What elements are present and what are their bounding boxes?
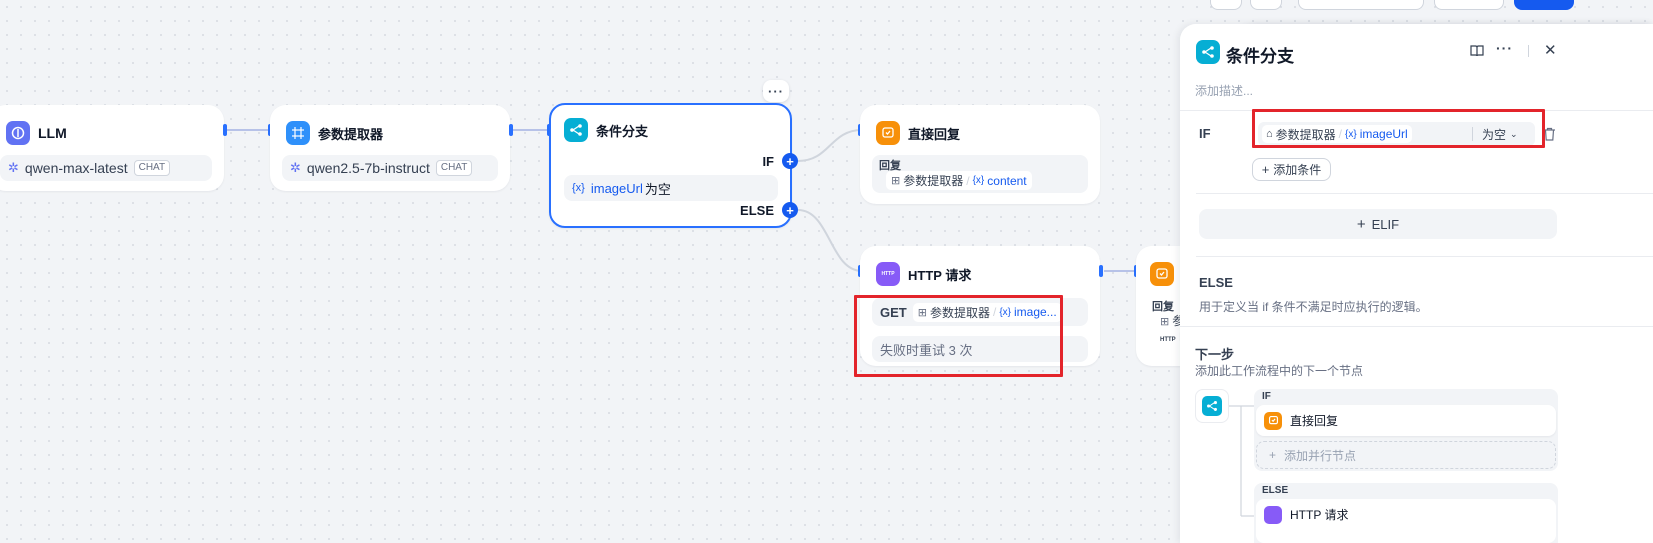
more-icon[interactable]: ··· <box>763 80 789 102</box>
next-current-node <box>1195 389 1229 423</box>
http-icon: HTTP <box>876 262 900 286</box>
branch-if-label: IF <box>762 154 774 169</box>
branch-node-title: 条件分支 <box>596 123 649 139</box>
param-node-title: 参数提取器 <box>318 126 384 142</box>
grid-icon <box>286 121 310 145</box>
add-condition-button[interactable]: + 添加条件 <box>1252 158 1331 181</box>
branch-icon <box>1196 40 1220 64</box>
branch-else-label: ELSE <box>740 203 774 218</box>
http-out-port[interactable] <box>1099 265 1103 277</box>
next-step-title: 下一步 <box>1195 347 1235 362</box>
brain-icon <box>6 121 30 145</box>
toolbar-button-2[interactable] <box>1250 0 1282 10</box>
divider <box>1196 256 1653 257</box>
grid-icon: ⊞ <box>1160 316 1173 328</box>
if-add-plus-icon[interactable]: + <box>782 153 798 169</box>
plus-icon: + <box>1269 448 1277 462</box>
more-icon[interactable]: ··· <box>1496 40 1513 56</box>
add-parallel-label: 添加并行节点 <box>1284 448 1357 463</box>
next-else-group: ELSE HTTP 请求 <box>1254 483 1558 543</box>
next-else-node[interactable]: HTTP 请求 <box>1256 499 1556 543</box>
next-if-node-title: 直接回复 <box>1290 414 1339 428</box>
branch-condition-var: imageUrl <box>590 180 643 196</box>
else-add-plus-icon[interactable]: + <box>782 202 798 218</box>
else-title: ELSE <box>1199 275 1233 290</box>
llm-model-row: ✲ qwen-max-latest CHAT <box>0 155 212 181</box>
param-model-name: qwen2.5-7b-instruct <box>306 160 430 176</box>
answer-box: 回复 ⊞ 参数提取器 / {x} content <box>872 155 1088 193</box>
add-condition-label: 添加条件 <box>1273 163 1322 177</box>
reply-icon <box>1150 262 1174 286</box>
if-label: IF <box>1199 126 1211 141</box>
direct-reply-node[interactable]: 直接回复 回复 ⊞ 参数提取器 / {x} content <box>860 105 1100 204</box>
http-node-title: HTTP 请求 <box>908 267 972 283</box>
branch-condition-op: 为空 <box>644 181 671 197</box>
http-icon: HTTP <box>1160 337 1176 343</box>
close-icon[interactable]: ✕ <box>1544 41 1557 59</box>
branch-icon <box>1202 396 1222 416</box>
panel-overlay: 条件分支 ··· ✕ 添加描述... IF ⌂ 参数提取器 / {x} imag… <box>1180 24 1653 543</box>
publish-button[interactable] <box>1514 0 1574 10</box>
highlight-box-condition <box>1252 109 1545 148</box>
else-description: 用于定义当 if 条件不满足时应执行的逻辑。 <box>1199 300 1428 314</box>
llm-model-name: qwen-max-latest <box>24 160 128 176</box>
description-input[interactable]: 添加描述... <box>1195 82 1253 99</box>
elif-button[interactable]: + ELIF <box>1199 209 1557 239</box>
model-icon: ✲ <box>290 160 301 175</box>
header-divider <box>1528 45 1529 57</box>
grid-icon: ⊞ <box>891 175 901 187</box>
highlight-box-http <box>854 295 1063 377</box>
panel-title[interactable]: 条件分支 <box>1226 42 1294 67</box>
next-else-node-title: HTTP 请求 <box>1290 508 1349 522</box>
divider <box>1196 193 1653 194</box>
variable-icon: {x} <box>572 182 585 194</box>
answer-source: 参数提取器 <box>903 174 964 188</box>
param-mode-badge: CHAT <box>435 160 473 176</box>
next-if-label: IF <box>1262 391 1271 402</box>
param-extractor-node[interactable]: 参数提取器 ✲ qwen2.5-7b-instruct CHAT <box>270 105 510 191</box>
llm-mode-badge: CHAT <box>133 160 171 176</box>
elif-label: ELIF <box>1371 216 1400 232</box>
llm-node-title: LLM <box>38 125 67 141</box>
http-icon <box>1264 506 1282 524</box>
param-out-port[interactable] <box>509 124 513 136</box>
param-model-row: ✲ qwen2.5-7b-instruct CHAT <box>282 155 498 181</box>
book-icon[interactable] <box>1470 44 1484 61</box>
answer-variable-chip: ⊞ 参数提取器 / {x} content <box>886 171 1032 190</box>
toolbar-button-4[interactable] <box>1434 0 1504 10</box>
next-step-description: 添加此工作流程中的下一个节点 <box>1195 364 1364 378</box>
next-step-connector <box>1229 405 1255 517</box>
divider <box>1180 326 1653 327</box>
answer-node-title: 直接回复 <box>908 126 961 142</box>
next-if-group: IF 直接回复 + 添加并行节点 <box>1254 389 1558 471</box>
reply-icon <box>876 121 900 145</box>
add-parallel-node-button[interactable]: + 添加并行节点 <box>1256 441 1556 469</box>
condition-branch-node[interactable]: 条件分支 IF {x} imageUrl 为空 ELSE <box>549 103 792 228</box>
workflow-canvas[interactable]: LLM ✲ qwen-max-latest CHAT 参数提取器 ✲ qwen2… <box>0 0 1286 543</box>
branch-icon <box>564 118 588 142</box>
answer-sep: / <box>966 173 970 188</box>
next-else-label: ELSE <box>1262 485 1289 496</box>
variable-icon: {x} <box>972 175 985 186</box>
next-if-node[interactable]: 直接回复 <box>1256 405 1556 436</box>
llm-out-port[interactable] <box>223 124 227 136</box>
branch-condition-row: {x} imageUrl 为空 <box>564 175 778 201</box>
answer-var: content <box>987 173 1027 188</box>
plus-icon: + <box>1356 215 1366 233</box>
model-icon: ✲ <box>8 160 19 175</box>
toolbar-button-3[interactable] <box>1298 0 1424 10</box>
reply-icon <box>1264 411 1282 430</box>
llm-node[interactable]: LLM ✲ qwen-max-latest CHAT <box>0 105 224 191</box>
plus-icon: + <box>1261 162 1270 177</box>
